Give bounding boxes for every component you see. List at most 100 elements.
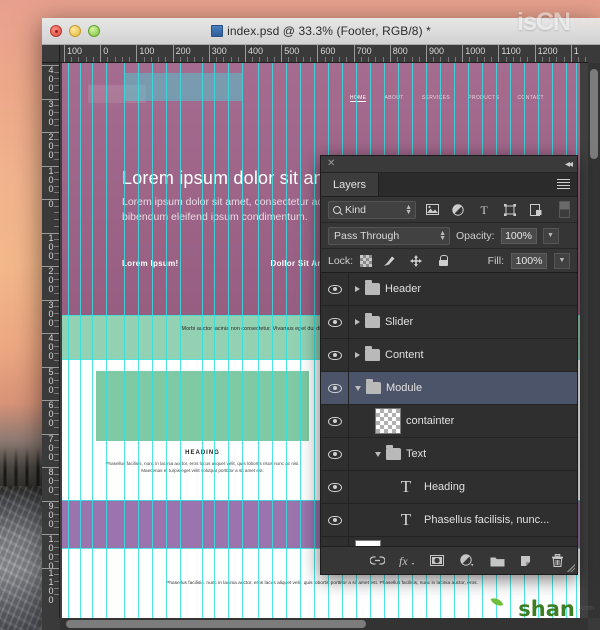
layer-row-header[interactable]: Header [321, 273, 577, 306]
add-layer-mask-icon[interactable] [429, 553, 445, 569]
layer-name: Header [385, 283, 422, 295]
shape-filter-icon[interactable] [500, 201, 520, 219]
layer-row-background[interactable]: Background [321, 537, 577, 546]
fill-stepper-icon[interactable]: ▼ [554, 252, 570, 269]
layer-row-slider[interactable]: Slider [321, 306, 577, 339]
panel-tab-bar[interactable]: Layers [321, 173, 577, 197]
layer-visibility-toggle[interactable] [321, 504, 349, 536]
layer-row-body[interactable]: Background [349, 540, 577, 546]
horizontal-ruler[interactable]: 100 0 100 200 300 400 500 600 700 800 900 1000 1100 1… [60, 45, 588, 63]
link-layers-icon[interactable] [369, 553, 385, 569]
close-icon[interactable]: ✕ [327, 159, 335, 169]
tab-layers[interactable]: Layers [321, 173, 380, 196]
layer-row-body[interactable]: Module [349, 379, 577, 394]
lock-all-icon[interactable] [433, 252, 453, 270]
panel-menu-icon[interactable] [557, 173, 577, 196]
layer-visibility-toggle[interactable] [321, 339, 349, 371]
layer-visibility-toggle[interactable] [321, 405, 349, 437]
adjustment-filter-icon[interactable] [448, 201, 468, 219]
layer-row-containter[interactable]: containter [321, 405, 577, 438]
fill-value[interactable]: 100% [511, 252, 547, 269]
opacity-stepper-icon[interactable]: ▼ [542, 227, 559, 244]
site-nav[interactable]: HOME ABOUT SERVICES PRODUCTS CONTACT [62, 91, 580, 105]
vertical-ruler[interactable]: 4003002001000100200300400500600700800900… [42, 63, 60, 618]
filter-toggle[interactable] [559, 201, 570, 218]
layer-row-body[interactable]: Slider [349, 313, 577, 328]
layer-visibility-toggle[interactable] [321, 471, 349, 503]
stepper-arrows-icon[interactable]: ▲ ▼ [405, 204, 412, 216]
layer-thumbnail[interactable] [375, 408, 401, 434]
layer-visibility-toggle[interactable] [321, 273, 349, 305]
eye-icon [327, 515, 342, 525]
padlock-glyph [438, 255, 449, 266]
nav-item-about[interactable]: ABOUT [384, 95, 403, 101]
layer-style-fx-icon[interactable]: fx [399, 553, 415, 569]
layer-row-body[interactable]: Content [349, 346, 577, 361]
nav-item-contact[interactable]: CONTACT [517, 95, 544, 101]
blend-mode-select[interactable]: Pass Through ▲ ▼ [328, 226, 450, 245]
card-1[interactable]: HEADING Phasellus facilisis, nunc in lac… [96, 371, 309, 474]
smart-object-filter-icon[interactable] [526, 201, 546, 219]
tab-layers-label: Layers [333, 178, 367, 191]
lock-row[interactable]: Lock: Fill: 100% ▼ [321, 249, 577, 273]
ruler-tick: 1000 [462, 45, 485, 62]
vertical-scrollbar-thumb[interactable] [590, 69, 598, 159]
filter-kind-label: Kind [345, 203, 367, 216]
layer-row-content[interactable]: Content [321, 339, 577, 372]
ruler-corner[interactable] [42, 45, 60, 63]
lock-image-pixels-icon[interactable] [379, 252, 399, 270]
eye-icon [327, 482, 342, 492]
layer-visibility-toggle[interactable] [321, 438, 349, 470]
layers-panel-toolbar[interactable]: fx [321, 546, 577, 574]
type-filter-icon[interactable]: T [474, 201, 494, 219]
panel-topbar[interactable]: ✕ ◂◂ [321, 156, 577, 173]
blend-mode-row[interactable]: Pass Through ▲ ▼ Opacity: 100% ▼ [321, 223, 577, 249]
disclosure-triangle-icon[interactable] [375, 451, 381, 457]
window-titlebar[interactable]: index.psd @ 33.3% (Footer, RGB/8) * [42, 18, 600, 45]
layer-thumbnail[interactable] [355, 540, 381, 546]
layer-row-text-group[interactable]: Text [321, 438, 577, 471]
new-adjustment-layer-icon[interactable] [459, 553, 475, 569]
layer-row-body[interactable]: T Phasellus facilisis, nunc... [349, 507, 577, 533]
nav-item-home[interactable]: HOME [349, 95, 367, 102]
disclosure-triangle-icon[interactable] [355, 286, 360, 292]
window-title-text: index.psd @ 33.3% (Footer, RGB/8) * [227, 24, 431, 38]
lock-transparent-pixels-icon[interactable] [360, 254, 373, 267]
disclosure-triangle-icon[interactable] [355, 319, 360, 325]
panel-resize-handle[interactable] [567, 564, 575, 572]
filter-kind-select[interactable]: Kind ▲ ▼ [328, 200, 416, 219]
opacity-value[interactable]: 100% [500, 227, 537, 244]
layer-visibility-toggle[interactable] [321, 372, 349, 404]
type-layer-icon: T [400, 477, 412, 496]
layer-row-body[interactable]: Header [349, 280, 577, 295]
psd-document-icon [211, 25, 224, 37]
vertical-scrollbar[interactable] [588, 63, 600, 618]
layer-row-body[interactable]: containter [349, 408, 577, 434]
hero-button-primary[interactable]: Lorem Ipsum! [122, 259, 179, 268]
delete-layer-icon[interactable] [549, 553, 565, 569]
double-chevron-left-icon[interactable]: ◂◂ [565, 159, 573, 170]
layer-row-body[interactable]: Text [349, 445, 577, 460]
nav-item-products[interactable]: PRODUCTS [468, 95, 499, 101]
lock-label: Lock: [328, 254, 354, 267]
layer-list[interactable]: Header Slider Content Module containter … [321, 273, 577, 546]
layer-visibility-toggle[interactable] [321, 537, 349, 546]
layer-name: containter [406, 415, 455, 427]
layer-row-heading[interactable]: T Heading [321, 471, 577, 504]
layer-row-phasellus[interactable]: T Phasellus facilisis, nunc... [321, 504, 577, 537]
horizontal-scrollbar[interactable] [60, 618, 588, 630]
card-1-heading: HEADING [185, 450, 220, 456]
layer-row-module[interactable]: Module [321, 372, 577, 405]
lock-position-icon[interactable] [406, 252, 426, 270]
nav-item-services[interactable]: SERVICES [422, 95, 450, 101]
blend-stepper-icon[interactable]: ▲ ▼ [439, 230, 446, 242]
horizontal-scrollbar-thumb[interactable] [66, 620, 366, 628]
layer-filter-row[interactable]: Kind ▲ ▼ T [321, 197, 577, 223]
image-filter-icon[interactable] [422, 201, 442, 219]
layer-visibility-toggle[interactable] [321, 306, 349, 338]
disclosure-triangle-icon[interactable] [355, 352, 360, 358]
new-layer-icon[interactable] [519, 553, 535, 569]
layer-row-body[interactable]: T Heading [349, 474, 577, 500]
disclosure-triangle-icon[interactable] [355, 385, 361, 391]
new-group-icon[interactable] [489, 553, 505, 569]
